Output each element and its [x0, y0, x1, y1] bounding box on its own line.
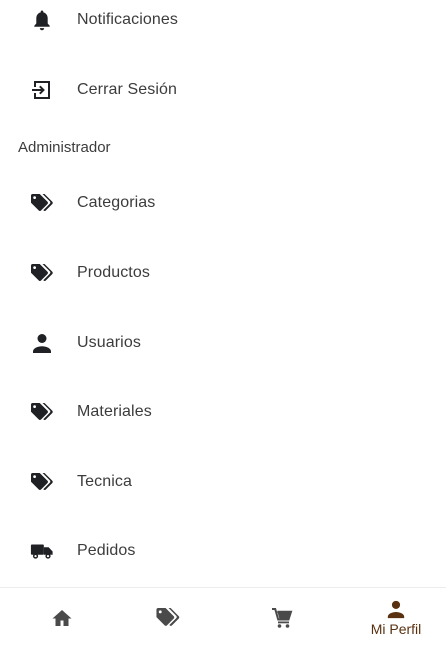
- person-icon: [386, 599, 406, 619]
- bell-icon: [30, 8, 54, 32]
- person-icon: [30, 331, 54, 355]
- nav-cart-button[interactable]: [232, 588, 332, 647]
- tag-icon: [30, 400, 54, 424]
- nav-categories-button[interactable]: [118, 588, 218, 647]
- nav-profile-label: Mi Perfil: [370, 620, 422, 637]
- menu-item-notificaciones[interactable]: Notificaciones: [0, 0, 446, 45]
- menu-item-label: Productos: [77, 264, 150, 281]
- menu-item-label: Categorias: [77, 194, 156, 211]
- nav-home-button[interactable]: [12, 588, 112, 647]
- menu-item-tecnica[interactable]: Tecnica: [0, 457, 446, 507]
- menu-item-label: Tecnica: [77, 473, 132, 490]
- menu-item-pedidos[interactable]: Pedidos: [0, 526, 446, 576]
- tag-icon: [30, 261, 54, 285]
- tag-icon: [30, 191, 54, 215]
- tag-icon: [155, 607, 181, 628]
- menu-item-usuarios[interactable]: Usuarios: [0, 318, 446, 368]
- nav-profile-button[interactable]: Mi Perfil: [346, 588, 446, 647]
- home-icon: [51, 608, 73, 628]
- bottom-navigation-bar: Mi Perfil: [0, 587, 446, 647]
- menu-item-productos[interactable]: Productos: [0, 248, 446, 298]
- section-title-administrador: Administrador: [18, 139, 111, 156]
- menu-item-label: Notificaciones: [77, 11, 179, 28]
- menu-item-label: Materiales: [77, 403, 152, 420]
- menu-item-label: Usuarios: [77, 334, 141, 351]
- menu-item-cerrar-sesion[interactable]: Cerrar Sesión: [0, 65, 446, 115]
- truck-icon: [30, 539, 54, 563]
- menu-item-label: Pedidos: [77, 542, 136, 559]
- logout-icon: [30, 78, 54, 102]
- menu-item-materiales[interactable]: Materiales: [0, 387, 446, 437]
- tag-icon: [30, 470, 54, 494]
- menu-item-categorias[interactable]: Categorias: [0, 178, 446, 228]
- cart-icon: [271, 607, 293, 629]
- menu-item-label: Cerrar Sesión: [77, 81, 178, 98]
